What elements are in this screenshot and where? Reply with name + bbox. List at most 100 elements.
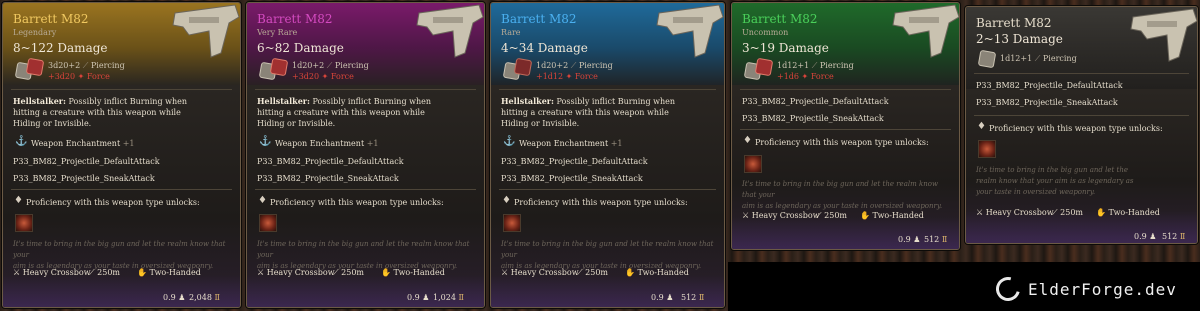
- item-name: Barrett M82: [976, 16, 1052, 30]
- coin-icon: Ⅱ: [214, 293, 220, 302]
- enchantment-line: Weapon Enchantment +1: [519, 139, 623, 148]
- item-rarity: Legendary: [13, 28, 57, 37]
- proficiency-action-icon: [744, 155, 762, 173]
- action-default-attack: P33_BM82_Projectile_DefaultAttack: [13, 157, 160, 166]
- proficiency-label: Proficiency with this weapon type unlock…: [755, 138, 929, 147]
- bonus-dice: +3d20 ✦ Force: [48, 72, 110, 81]
- action-default-attack: P33_BM82_Projectile_DefaultAttack: [501, 157, 648, 166]
- weapon-range: ⟋ 250m: [816, 211, 848, 220]
- divider: [255, 89, 476, 90]
- action-sneak-attack: P33_BM82_Projectile_SneakAttack: [257, 174, 399, 183]
- tooltip-card-uncommon: Barrett M82 Uncommon 3~19 Damage 1d12+1 …: [731, 2, 960, 250]
- proficiency-icon: ♦: [977, 121, 986, 132]
- weapon-range: ⟋ 250m: [89, 268, 121, 277]
- enchantment-icon: ⚓: [503, 136, 516, 147]
- enchantment-line: Weapon Enchantment +1: [275, 139, 379, 148]
- coin-icon: Ⅱ: [1179, 232, 1186, 241]
- proficiency-label: Proficiency with this weapon type unlock…: [514, 198, 688, 207]
- damage-range: 3~19 Damage: [742, 41, 829, 55]
- tooltip-card-very-rare: Barrett M82 Very Rare 6~82 Damage 1d20+2…: [246, 2, 485, 308]
- item-name: Barrett M82: [13, 12, 89, 26]
- proficiency-icon: ♦: [258, 195, 267, 206]
- item-name: Barrett M82: [257, 12, 333, 26]
- item-rarity: Rare: [501, 28, 521, 37]
- damage-range: 6~82 Damage: [257, 41, 344, 55]
- proficiency-label: Proficiency with this weapon type unlock…: [989, 124, 1163, 133]
- watermark-text: ElderForge.dev: [1028, 279, 1177, 299]
- enchantment-icon: ⚓: [259, 136, 272, 147]
- tooltip-card-legendary: Barrett M82 Legendary 8~122 Damage 3d20+…: [2, 2, 241, 308]
- price-value: 2,048 Ⅱ: [189, 293, 220, 302]
- divider: [974, 73, 1189, 74]
- passive-description: Hellstalker: Possibly inflict Burning wh…: [13, 96, 187, 128]
- bonus-dice: +1d12 ✦ Force: [536, 72, 598, 81]
- rifle-image: [1130, 8, 1197, 62]
- watermark: ElderForge.dev: [991, 272, 1196, 306]
- flavor-text: It's time to bring in the big gun and le…: [976, 166, 1134, 196]
- dice-icon: [269, 57, 289, 77]
- weight-icon: ♟: [422, 293, 430, 302]
- divider: [499, 189, 716, 190]
- divider: [740, 89, 951, 90]
- weapon-type: ⚔ Heavy Crossbow: [742, 211, 820, 220]
- rifle-image: [172, 4, 240, 58]
- damage-range: 4~34 Damage: [501, 41, 588, 55]
- passive-description: Hellstalker: Possibly inflict Burning wh…: [257, 96, 431, 128]
- weight-icon: ♟: [666, 293, 674, 302]
- enchantment-icon: ⚓: [15, 136, 28, 147]
- weapon-range: ⟋ 250m: [333, 268, 365, 277]
- logo-icon: [991, 272, 1025, 306]
- dice-icon: [25, 57, 45, 77]
- proficiency-icon: ♦: [743, 135, 752, 146]
- proficiency-icon: ♦: [14, 195, 23, 206]
- coin-icon: Ⅱ: [941, 235, 948, 244]
- weapon-range: ⟋ 250m: [1052, 208, 1084, 217]
- item-name: Barrett M82: [742, 12, 818, 26]
- weapon-handedness: ✋ Two-Handed: [381, 268, 445, 277]
- coin-icon: Ⅱ: [458, 293, 464, 302]
- weight-value: 0.9 ♟: [1134, 232, 1157, 241]
- proficiency-action-icon: [259, 214, 277, 232]
- rifle-image: [656, 4, 724, 58]
- proficiency-action-icon: [503, 214, 521, 232]
- divider: [740, 129, 951, 130]
- proficiency-action-icon: [978, 140, 996, 158]
- weapon-handedness: ✋ Two-Handed: [625, 268, 689, 277]
- dice-icon: [977, 49, 997, 69]
- weight-icon: ♟: [178, 293, 186, 302]
- rifle-image: [416, 4, 484, 58]
- item-name: Barrett M82: [501, 12, 577, 26]
- action-sneak-attack: P33_BM82_Projectile_SneakAttack: [501, 174, 643, 183]
- divider: [974, 115, 1189, 116]
- weight-value: 0.9 ♟: [898, 235, 921, 244]
- price-value: 512 Ⅱ: [924, 235, 948, 244]
- divider: [11, 189, 232, 190]
- item-rarity: Very Rare: [257, 28, 298, 37]
- coin-icon: Ⅱ: [698, 293, 705, 302]
- passive-name: Hellstalker:: [501, 96, 554, 106]
- proficiency-icon: ♦: [502, 195, 511, 206]
- weight-value: 0.9 ♟: [407, 293, 430, 302]
- proficiency-label: Proficiency with this weapon type unlock…: [270, 198, 444, 207]
- divider: [255, 189, 476, 190]
- proficiency-label: Proficiency with this weapon type unlock…: [26, 198, 200, 207]
- bonus-dice: +3d20 ✦ Force: [292, 72, 354, 81]
- item-rarity: Uncommon: [742, 28, 789, 37]
- dice-icon: [513, 57, 533, 77]
- action-sneak-attack: P33_BM82_Projectile_SneakAttack: [976, 98, 1118, 107]
- price-value: 1,024 Ⅱ: [433, 293, 464, 302]
- weapon-handedness: ✋ Two-Handed: [137, 268, 201, 277]
- weapon-type: ⚔ Heavy Crossbow: [501, 268, 579, 277]
- weight-icon: ♟: [1149, 232, 1157, 241]
- divider: [499, 89, 716, 90]
- rifle-image: [892, 4, 959, 58]
- weapon-range: ⟋ 250m: [577, 268, 609, 277]
- damage-dice: 1d20+2 ⟋ Piercing: [536, 61, 613, 70]
- divider: [11, 89, 232, 90]
- flavor-text: It's time to bring in the big gun and le…: [742, 180, 943, 210]
- weapon-handedness: ✋ Two-Handed: [1096, 208, 1160, 217]
- enchantment-line: Weapon Enchantment +1: [31, 139, 135, 148]
- action-sneak-attack: P33_BM82_Projectile_SneakAttack: [13, 174, 155, 183]
- proficiency-action-icon: [15, 214, 33, 232]
- action-sneak-attack: P33_BM82_Projectile_SneakAttack: [742, 114, 884, 123]
